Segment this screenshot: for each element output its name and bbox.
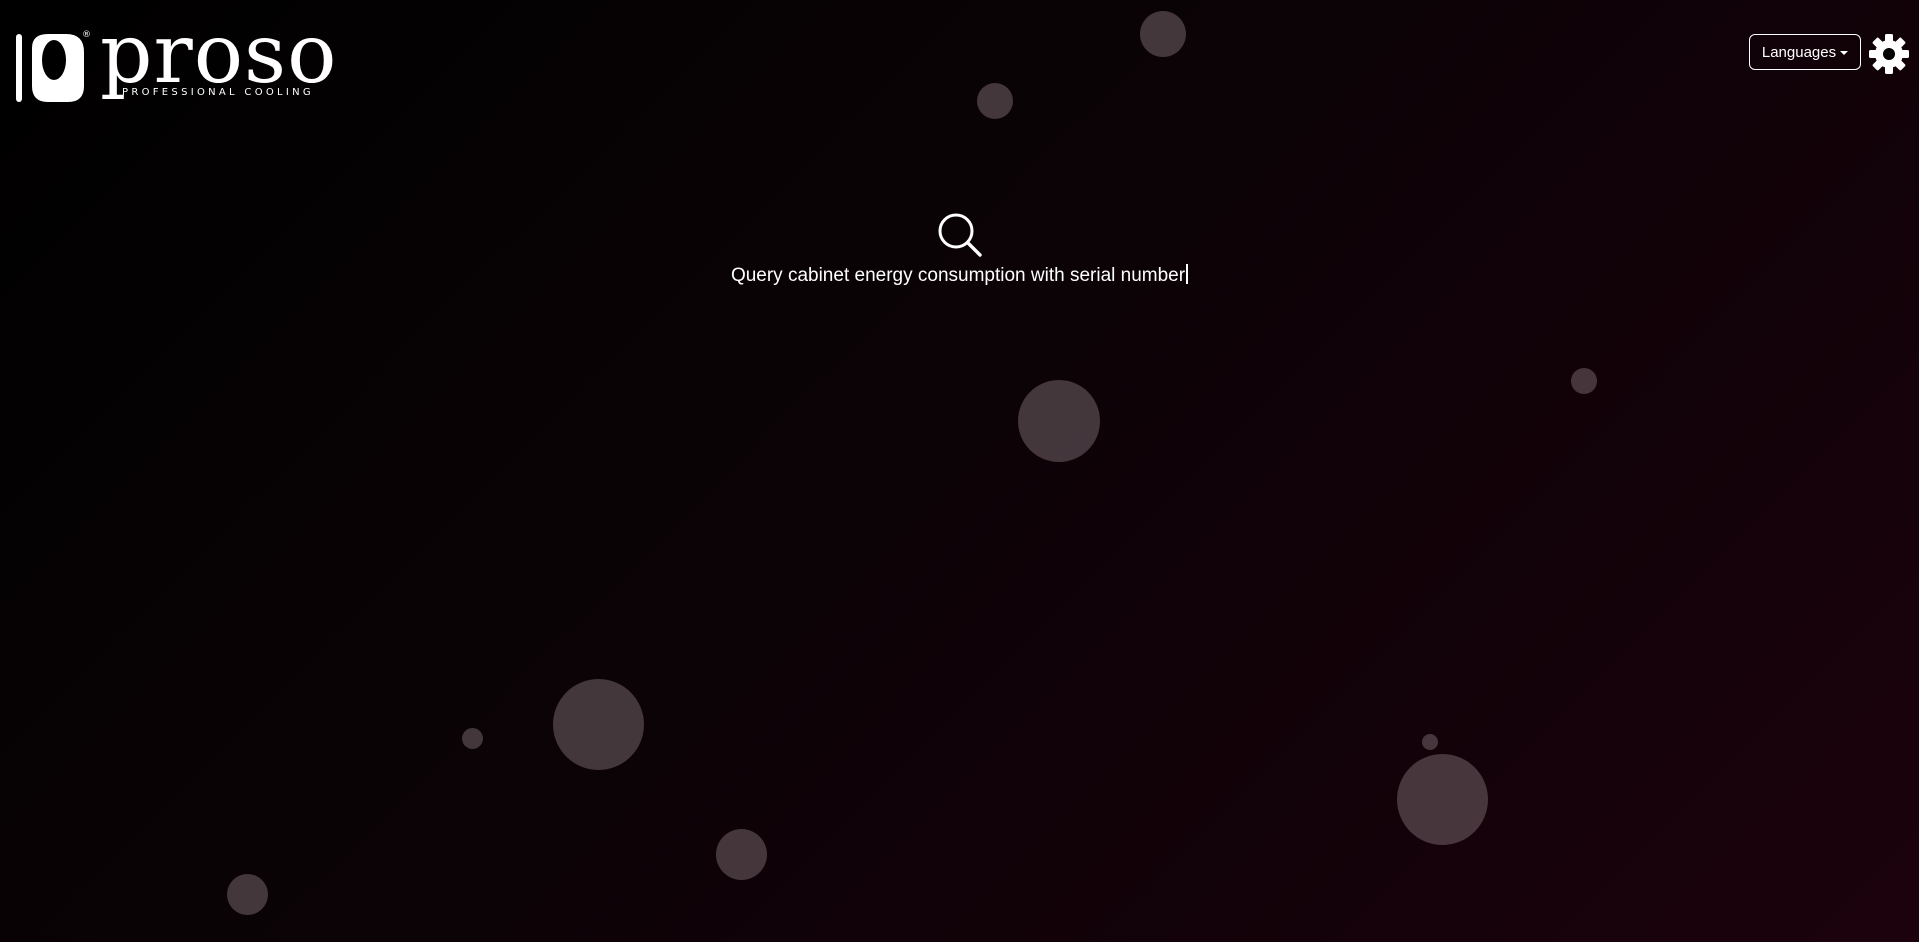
search-icon[interactable]	[936, 211, 984, 259]
background-bubble	[1397, 754, 1488, 845]
background-bubble	[1140, 11, 1186, 57]
text-cursor	[1186, 264, 1189, 284]
brand-wordmark: proso	[100, 7, 338, 102]
background-bubble	[1422, 734, 1438, 750]
caret-down-icon	[1840, 51, 1849, 55]
background-bubble	[977, 83, 1013, 119]
background-bubble	[553, 679, 644, 770]
background-bubble	[1018, 380, 1100, 462]
search-query-text: Query cabinet energy consumption with se…	[730, 265, 1186, 286]
languages-dropdown-button[interactable]: Languages	[1749, 34, 1861, 70]
background-bubble	[716, 829, 767, 880]
languages-label: Languages	[1761, 43, 1837, 61]
background-bubble	[1571, 368, 1597, 394]
logo-mark-icon	[16, 34, 84, 102]
background-bubble	[227, 874, 268, 915]
gear-icon[interactable]	[1868, 33, 1910, 75]
search-query-input[interactable]: Query cabinet energy consumption with se…	[0, 264, 1919, 287]
registered-mark: ®	[82, 30, 91, 40]
brand-logo: ® proso PROFESSIONAL COOLING	[14, 14, 337, 106]
background-bubble	[462, 728, 483, 749]
brand-tagline: PROFESSIONAL COOLING	[122, 87, 314, 98]
